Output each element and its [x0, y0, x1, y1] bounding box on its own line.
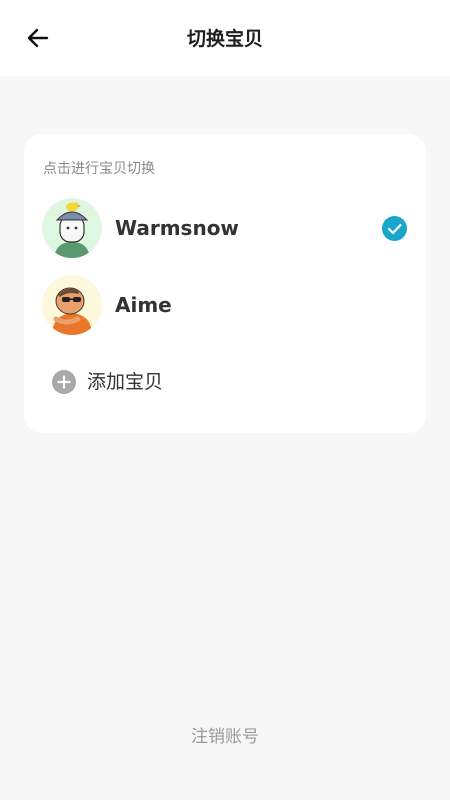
baby-item-aime[interactable]: Aime [24, 272, 426, 338]
baby-avatar-aime [42, 275, 102, 335]
add-baby-button[interactable]: 添加宝贝 [24, 364, 426, 400]
check-circle-icon [382, 216, 407, 241]
page-title: 切换宝贝 [186, 28, 263, 50]
baby-switch-card: 点击进行宝贝切换 Warmsnow Aime 添加宝贝 [24, 134, 426, 433]
card-hint: 点击进行宝贝切换 [43, 161, 155, 177]
header: 切换宝贝 [0, 0, 450, 76]
baby-avatar-warmsnow [42, 198, 102, 258]
cancel-account-link[interactable]: 注销账号 [0, 726, 450, 748]
baby-name: Aime [115, 293, 172, 317]
add-baby-label: 添加宝贝 [87, 371, 164, 393]
baby-name: Warmsnow [115, 216, 239, 240]
plus-circle-icon [52, 370, 76, 394]
baby-item-warmsnow[interactable]: Warmsnow [24, 195, 426, 261]
